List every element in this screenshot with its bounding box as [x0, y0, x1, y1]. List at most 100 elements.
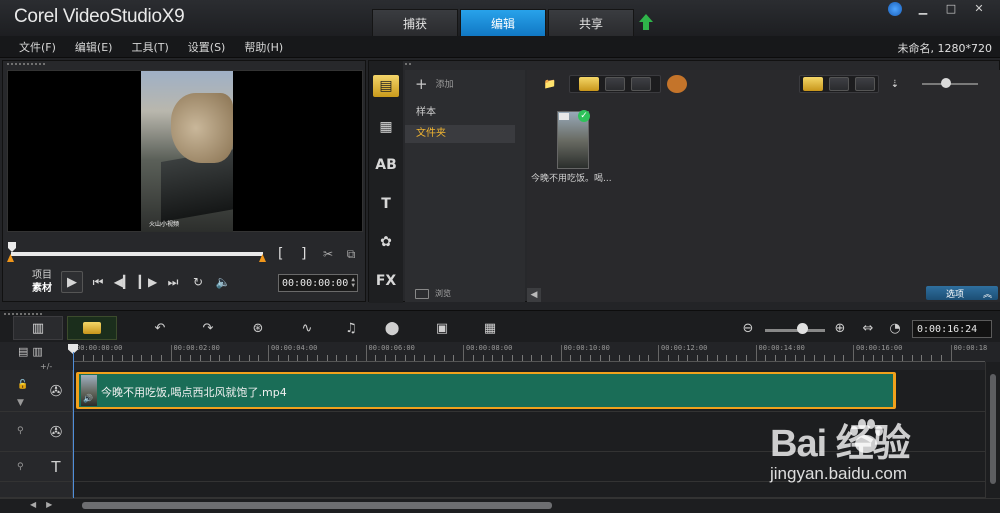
mode-project[interactable]: 项目 [32, 269, 52, 282]
options-button[interactable]: 选项 ︽ [926, 286, 998, 300]
sound-mixer-icon[interactable]: ∿ [297, 319, 317, 337]
repeat-icon[interactable]: ↻ [188, 272, 208, 292]
volume-icon[interactable]: 🔈 [213, 272, 233, 292]
media-icon[interactable]: ▤ [373, 75, 399, 97]
expand-icon[interactable]: ▼ [17, 398, 24, 408]
chevron-up-icon: ︽ [982, 289, 992, 300]
minimize-icon[interactable]: ▁ [916, 2, 930, 16]
tab-capture[interactable]: 捕获 [372, 9, 458, 36]
lock-icon[interactable]: 🔓 [17, 380, 28, 390]
split-clip-icon[interactable]: ✂ [321, 247, 335, 261]
zoom-slider[interactable] [765, 329, 825, 332]
ruler-minor-tick [667, 355, 669, 361]
zoom-out-icon[interactable]: ⊖ [738, 319, 758, 337]
add-label: 添加 [435, 80, 454, 90]
ruler-minor-tick [541, 355, 542, 361]
multi-camera-icon[interactable]: ▦ [480, 319, 500, 337]
end-icon[interactable]: ⏭ [163, 272, 183, 292]
timeline-ruler[interactable]: ▤ ▥ 00:00:00:00 00:00:02:00 00:00:04:00 00:… [0, 342, 1000, 362]
play-icon[interactable]: ▶ [61, 271, 83, 293]
home-icon[interactable]: ⏮ [88, 272, 108, 292]
preview-timecode[interactable]: 00:00:00:00 ▲ ▼ [278, 274, 358, 292]
sort-icon[interactable]: ⇣ [885, 75, 905, 93]
options-label: 选项 [946, 289, 965, 300]
thumbnail-size-knob[interactable] [941, 78, 951, 88]
ruler-minor-tick [424, 355, 425, 361]
scroll-left-icon[interactable]: ◀ [527, 288, 541, 302]
menu-help[interactable]: 帮助(H) [244, 39, 283, 55]
scrub-bar[interactable] [11, 252, 263, 256]
ruler-track[interactable]: 00:00:00:00 00:00:02:00 00:00:04:00 00:00:0… [73, 342, 987, 362]
instant-project-icon[interactable]: ▦ [373, 116, 399, 138]
lock-icon[interactable]: ⚲ [17, 426, 24, 436]
menu-settings[interactable]: 设置(S) [188, 39, 226, 55]
ruler-minor-tick [472, 355, 474, 361]
menu-file[interactable]: 文件(F) [19, 39, 56, 55]
zoom-slider-knob[interactable] [797, 323, 808, 334]
zoom-in-icon[interactable]: ⊕ [830, 319, 850, 337]
subtitle-editor-icon[interactable]: ▣ [432, 319, 452, 337]
fit-project-icon[interactable]: ⇔ [858, 319, 878, 337]
mode-clip[interactable]: 素材 [32, 282, 52, 295]
timeline-view-icon[interactable] [67, 316, 117, 340]
show-video-icon[interactable] [579, 77, 599, 91]
tab-share[interactable]: 共享 [548, 9, 634, 36]
menu-tools[interactable]: 工具(T) [131, 39, 168, 55]
media-thumbnail[interactable]: ✓ [557, 110, 590, 169]
chapter-point-icon[interactable]: ▥ [32, 345, 42, 358]
transition-icon[interactable]: AB [373, 154, 399, 176]
panel-grip[interactable] [6, 62, 46, 66]
horizontal-scrollbar[interactable]: ◀ ▶ [0, 498, 1000, 513]
show-photo-icon[interactable] [605, 77, 625, 91]
motion-tracking-icon[interactable]: ⬤ [382, 319, 402, 337]
storyboard-view-icon[interactable]: ▥ [13, 316, 63, 340]
import-folder-icon[interactable]: 📁 [539, 75, 561, 93]
undo-icon[interactable]: ↶ [150, 319, 170, 337]
online-content-icon[interactable] [667, 75, 687, 93]
enlarge-icon[interactable]: ⧉ [344, 247, 358, 261]
thumbnail-view-icon[interactable] [803, 77, 823, 91]
menu-edit[interactable]: 编辑(E) [75, 39, 113, 55]
preview-screen: 火山小视频 [7, 70, 363, 232]
filter-icon[interactable]: FX [373, 270, 399, 292]
globe-icon[interactable] [888, 2, 902, 16]
redo-icon[interactable]: ↷ [198, 319, 218, 337]
video-clip[interactable]: 🔊 今晚不用吃饭,喝点西北风就饱了.mp4 [76, 372, 896, 409]
video-track-icon[interactable]: ✇ [46, 381, 66, 401]
tree-item-samples[interactable]: 样本 [405, 104, 515, 122]
mark-out-button[interactable]: ] [301, 246, 306, 262]
ruler-minor-tick [248, 355, 250, 361]
scrubber[interactable] [7, 242, 266, 264]
list-view-icon[interactable] [829, 77, 849, 91]
overlay-track-icon[interactable]: ✇ [46, 422, 66, 442]
previous-frame-icon[interactable]: ◀▎ [113, 272, 133, 292]
record-capture-icon[interactable]: ⊛ [248, 319, 268, 337]
ruler-minor-tick [277, 355, 279, 361]
grid-view-icon[interactable] [855, 77, 875, 91]
track-manager-icon[interactable]: ▤ [18, 345, 28, 358]
scroll-left-icon[interactable]: ◀ [30, 500, 36, 509]
browse-button[interactable]: 浏览 [415, 288, 451, 299]
maximize-icon[interactable]: □ [944, 2, 958, 16]
upload-arrow-icon[interactable] [638, 13, 654, 31]
close-icon[interactable]: ✕ [972, 2, 986, 16]
add-folder-button[interactable]: + 添加 [415, 76, 454, 91]
mark-in-button[interactable]: [ [278, 246, 283, 262]
tab-edit[interactable]: 编辑 [460, 9, 546, 36]
ruler-major-tick [853, 345, 854, 361]
scroll-right-icon[interactable]: ▶ [46, 500, 52, 509]
lock-icon[interactable]: ⚲ [17, 462, 24, 472]
scroll-thumb[interactable] [82, 502, 552, 509]
title-track-icon[interactable]: T [46, 457, 66, 477]
show-audio-icon[interactable] [631, 77, 651, 91]
paw-icon [850, 419, 883, 453]
title-icon[interactable]: T [373, 193, 399, 215]
scrub-handle[interactable] [8, 242, 16, 252]
graphic-icon[interactable]: ✿ [373, 231, 399, 253]
ruler-label: 00:00:00:00 [76, 344, 123, 352]
ruler-minor-tick [433, 355, 435, 361]
next-frame-icon[interactable]: ▎▶ [138, 272, 158, 292]
auto-music-icon[interactable]: ♫ [341, 319, 361, 337]
tree-item-folder[interactable]: 文件夹 [405, 125, 515, 143]
timecode-spinner-icon[interactable]: ▲ ▼ [351, 277, 355, 289]
